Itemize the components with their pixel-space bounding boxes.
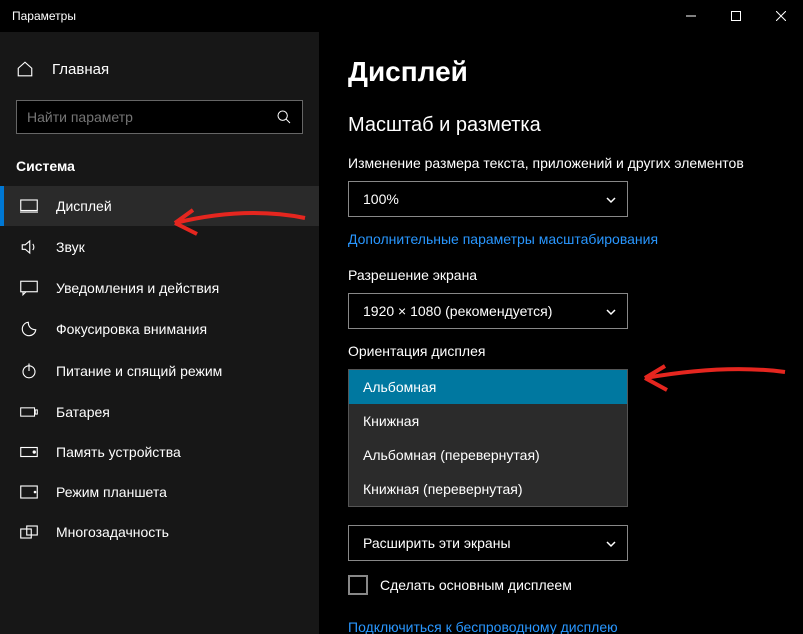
sidebar-item-focus[interactable]: Фокусировка внимания (0, 308, 319, 350)
sidebar-item-label: Режим планшета (56, 484, 167, 500)
scale-select[interactable]: 100% (348, 181, 628, 217)
sidebar-item-label: Звук (56, 239, 85, 255)
sidebar-item-label: Уведомления и действия (56, 280, 219, 296)
home-button[interactable]: Главная (0, 50, 319, 88)
tablet-icon (20, 485, 38, 499)
orientation-select-open[interactable]: Альбомная Книжная Альбомная (перевернута… (348, 369, 628, 507)
make-primary-label: Сделать основным дисплеем (380, 577, 572, 593)
sidebar-item-label: Дисплей (56, 198, 112, 214)
make-primary-checkbox[interactable]: Сделать основным дисплеем (348, 575, 781, 595)
sidebar-item-power[interactable]: Питание и спящий режим (0, 350, 319, 392)
sidebar-item-multitask[interactable]: Многозадачность (0, 512, 319, 552)
sidebar-item-label: Питание и спящий режим (56, 363, 222, 379)
scale-label: Изменение размера текста, приложений и д… (348, 155, 781, 171)
resolution-value: 1920 × 1080 (рекомендуется) (363, 303, 552, 319)
resolution-label: Разрешение экрана (348, 267, 781, 283)
sound-icon (20, 238, 38, 256)
page-title: Дисплей (348, 56, 781, 88)
sidebar-item-sound[interactable]: Звук (0, 226, 319, 268)
checkbox-icon (348, 575, 368, 595)
titlebar: Параметры (0, 0, 803, 32)
sidebar-item-label: Батарея (56, 404, 110, 420)
storage-icon (20, 446, 38, 458)
window-title: Параметры (12, 9, 76, 23)
maximize-button[interactable] (713, 0, 758, 32)
advanced-scale-link[interactable]: Дополнительные параметры масштабирования (348, 231, 658, 247)
orientation-option[interactable]: Книжная (349, 404, 627, 438)
resolution-select[interactable]: 1920 × 1080 (рекомендуется) (348, 293, 628, 329)
sidebar-item-battery[interactable]: Батарея (0, 392, 319, 432)
focus-icon (20, 320, 38, 338)
home-label: Главная (52, 61, 109, 78)
sidebar-item-label: Фокусировка внимания (56, 321, 207, 337)
display-icon (20, 199, 38, 213)
multitask-icon (20, 525, 38, 539)
sidebar-item-display[interactable]: Дисплей (0, 186, 319, 226)
wireless-display-link[interactable]: Подключиться к беспроводному дисплею (348, 619, 618, 634)
sidebar-item-tablet[interactable]: Режим планшета (0, 472, 319, 512)
window-controls (668, 0, 803, 32)
sidebar-item-label: Память устройства (56, 444, 181, 460)
search-input[interactable] (16, 100, 303, 134)
battery-icon (20, 406, 38, 418)
multidisplay-select[interactable]: Расширить эти экраны (348, 525, 628, 561)
sidebar-item-storage[interactable]: Память устройства (0, 432, 319, 472)
minimize-button[interactable] (668, 0, 713, 32)
search-field[interactable] (27, 109, 276, 125)
close-button[interactable] (758, 0, 803, 32)
content: Дисплей Масштаб и разметка Изменение раз… (320, 32, 803, 634)
chevron-down-icon (605, 193, 617, 205)
sidebar-section-system: Система (0, 152, 319, 186)
sidebar-item-label: Многозадачность (56, 524, 169, 540)
orientation-option[interactable]: Книжная (перевернутая) (349, 472, 627, 506)
scale-value: 100% (363, 191, 399, 207)
orientation-option[interactable]: Альбомная (349, 370, 627, 404)
multidisplay-value: Расширить эти экраны (363, 535, 511, 551)
sidebar-item-notifications[interactable]: Уведомления и действия (0, 268, 319, 308)
power-icon (20, 362, 38, 380)
chevron-down-icon (605, 537, 617, 549)
search-icon (276, 109, 292, 125)
orientation-label: Ориентация дисплея (348, 343, 781, 359)
scale-heading: Масштаб и разметка (348, 114, 781, 137)
notifications-icon (20, 280, 38, 296)
home-icon (16, 60, 34, 78)
orientation-option[interactable]: Альбомная (перевернутая) (349, 438, 627, 472)
sidebar: Главная Система Дисплей Звук Уведомления… (0, 32, 320, 634)
chevron-down-icon (605, 305, 617, 317)
